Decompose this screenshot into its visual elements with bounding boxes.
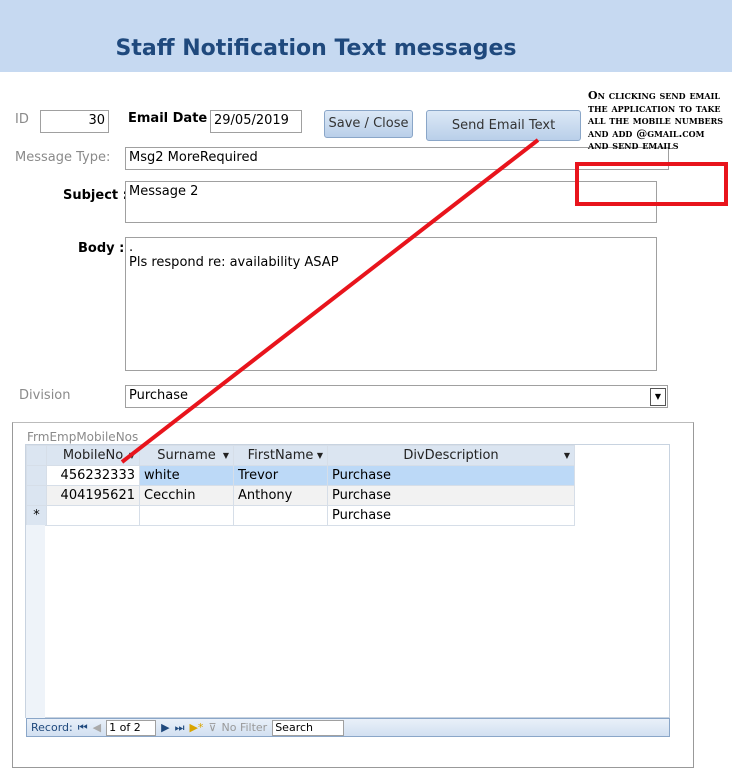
annotation-note: On clicking send email the application t… — [588, 89, 724, 153]
annotation-highlight-box — [575, 162, 728, 206]
annotation-line — [120, 138, 540, 464]
